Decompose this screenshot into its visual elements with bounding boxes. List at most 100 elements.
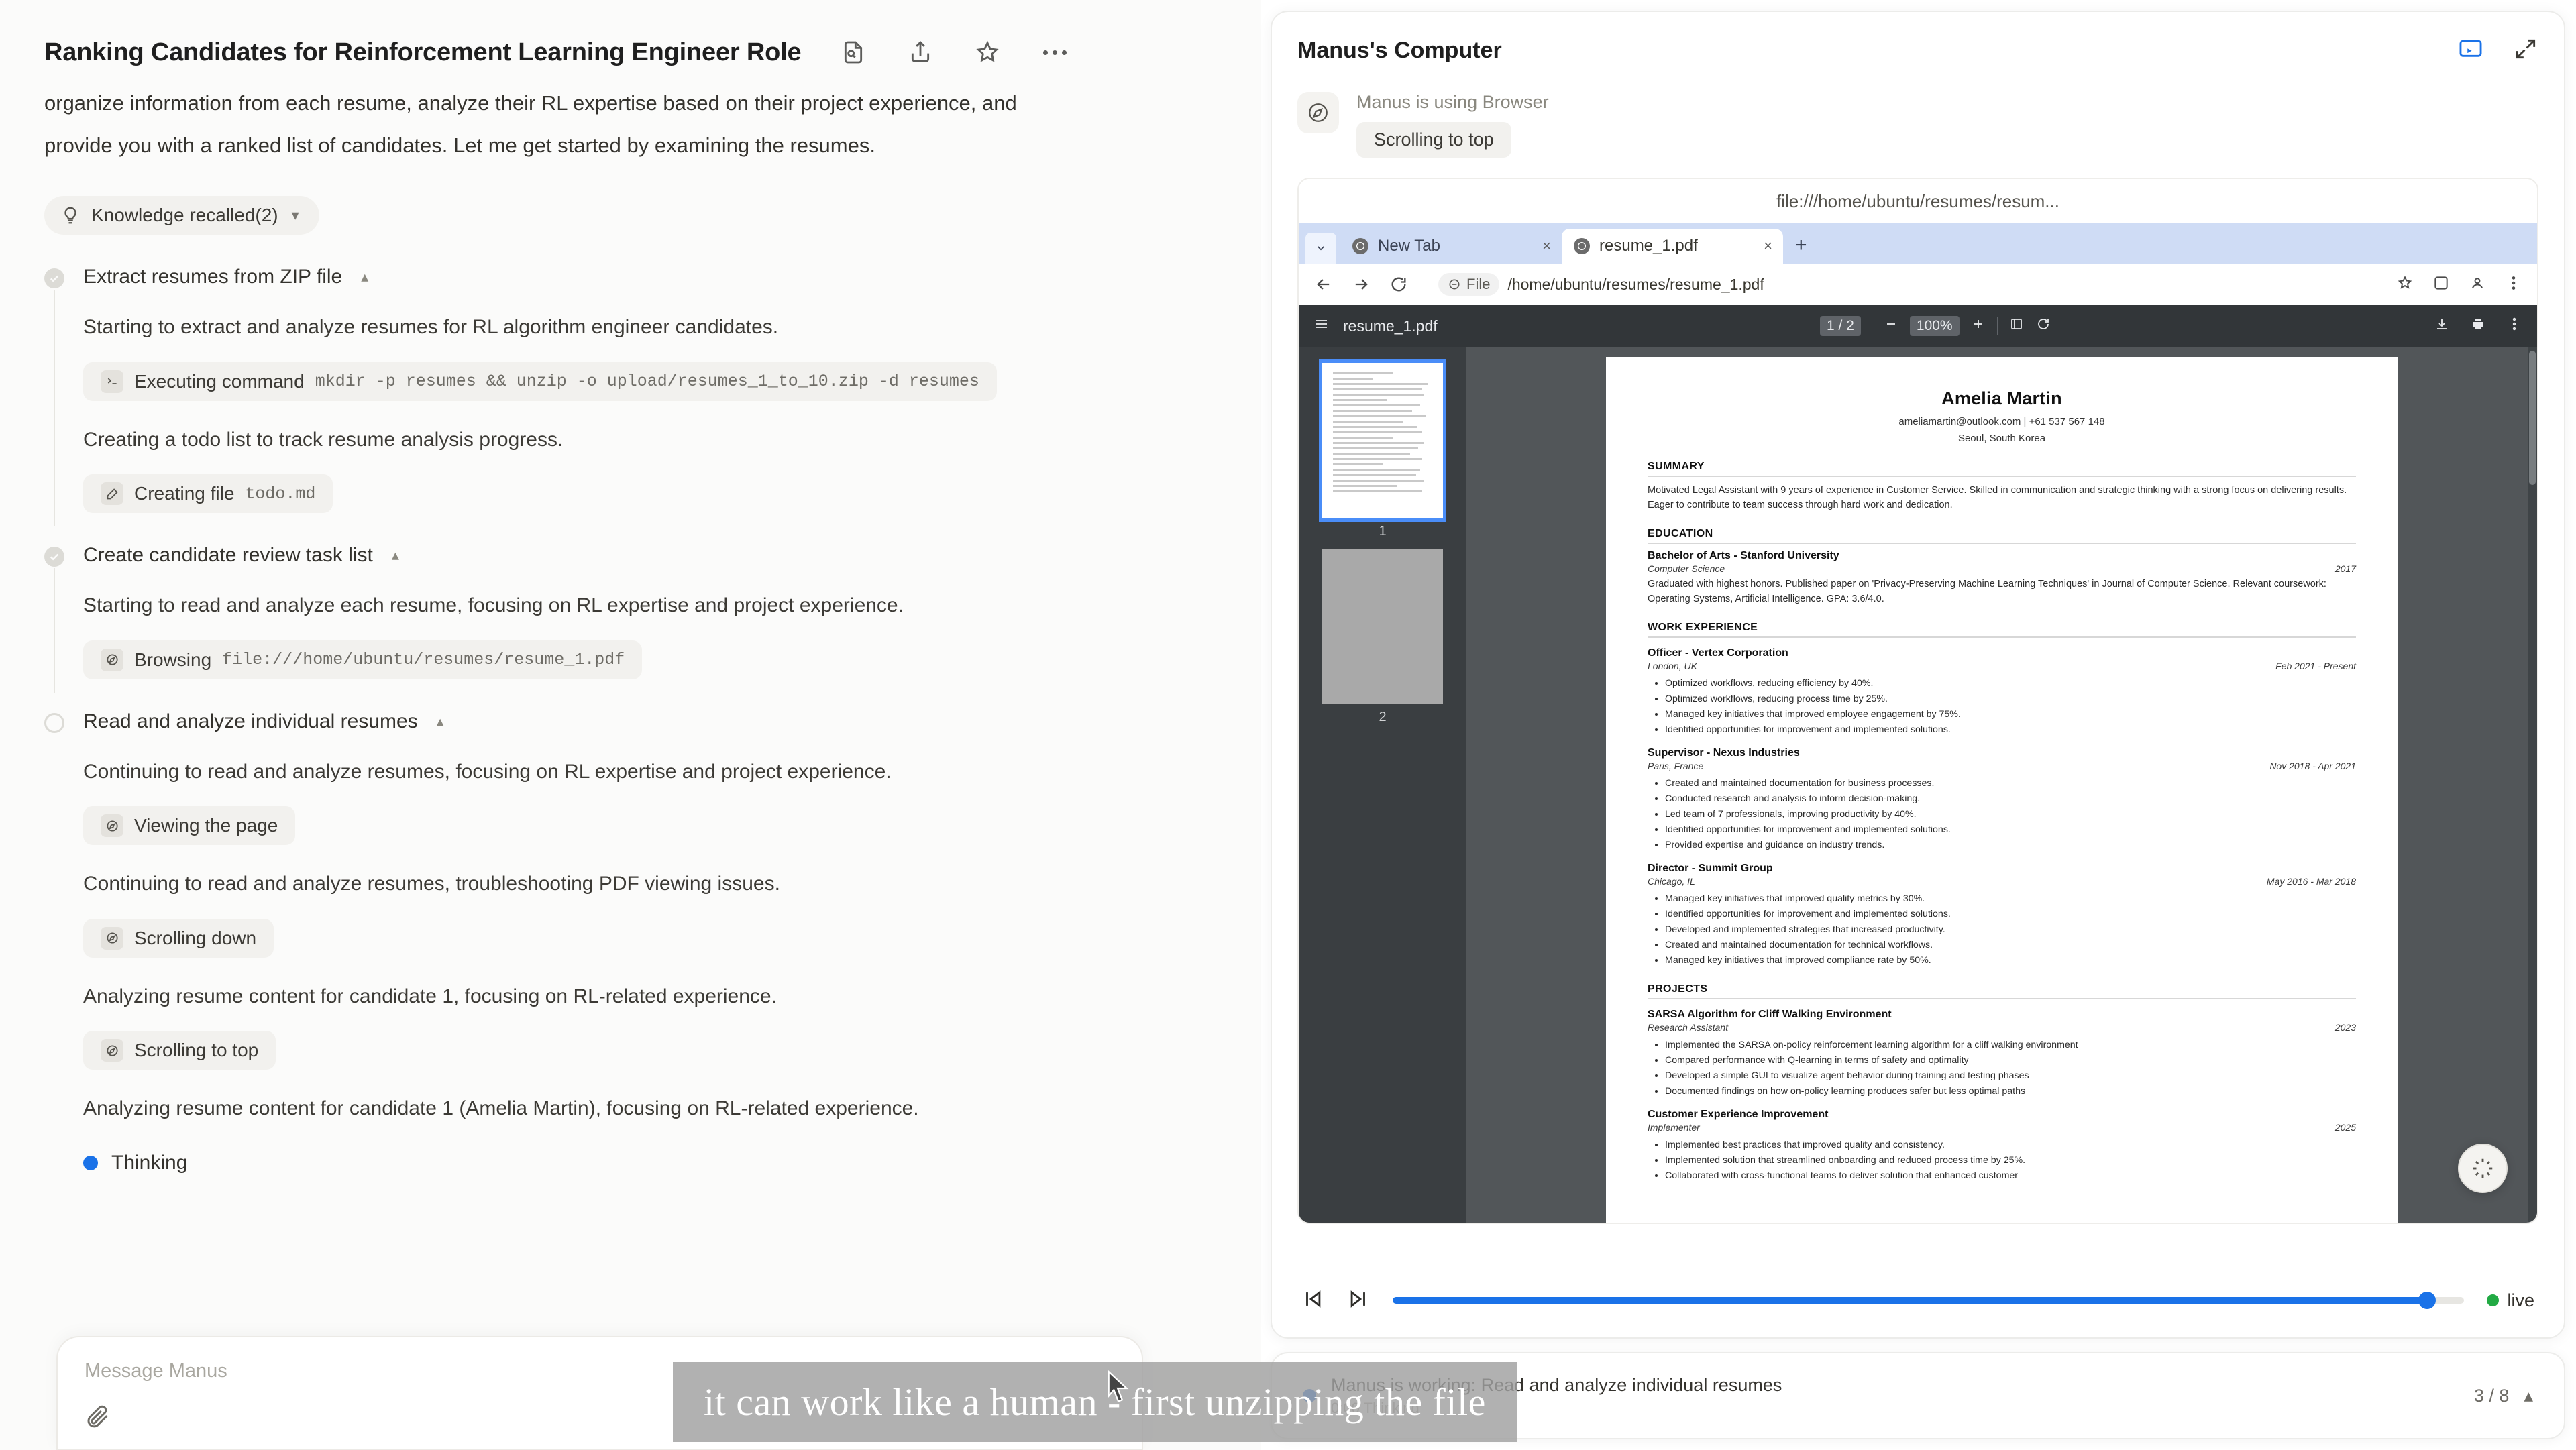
rotate-icon[interactable] (2035, 316, 2051, 336)
resume-section-summary: SUMMARY Motivated Legal Assistant with 9… (1648, 461, 2356, 513)
reload-icon[interactable] (1389, 274, 1409, 294)
chip-command: mkdir -p resumes && unzip -o upload/resu… (315, 372, 979, 391)
pdf-scrollbar[interactable] (2528, 347, 2537, 1223)
back-icon[interactable] (1313, 274, 1334, 294)
step-header[interactable]: Create candidate review task list ▴ (83, 544, 1140, 567)
chevron-up-icon[interactable]: ▴ (392, 547, 399, 564)
tool-chip-creating-file[interactable]: Creating file todo.md (83, 474, 333, 513)
lightbulb-icon (60, 205, 80, 225)
step-read-analyze-resumes: Read and analyze individual resumes ▴ Co… (44, 710, 1140, 1123)
profile-icon[interactable] (2469, 274, 2486, 295)
bullet: Identified opportunities for improvement… (1665, 722, 2356, 738)
pdf-more-icon[interactable] (2506, 316, 2522, 336)
pdf-toolbar-center: 1 / 2 100% (1820, 316, 2051, 336)
omnibox-path: /home/ubuntu/resumes/resume_1.pdf (1507, 275, 1764, 293)
share-icon[interactable] (906, 38, 935, 67)
project-role: Implementer (1648, 1121, 1700, 1133)
screen-share-icon[interactable] (2458, 36, 2483, 65)
pdf-page-scroll-area[interactable]: Amelia Martin ameliamartin@outlook.com |… (1466, 347, 2537, 1223)
project-year: 2025 (2334, 1121, 2356, 1133)
step-forward-icon[interactable] (1347, 1288, 1370, 1314)
tool-chip-scrolling-to-top[interactable]: Scrolling to top (83, 1031, 276, 1070)
close-icon[interactable]: × (1764, 237, 1772, 255)
step-header[interactable]: Read and analyze individual resumes ▴ (83, 710, 1140, 733)
pdf-thumbnail-rail: 1 2 (1299, 347, 1466, 1223)
terminal-icon (101, 370, 123, 393)
zoom-out-icon[interactable] (1883, 316, 1899, 336)
divider (1648, 636, 2356, 638)
chevron-up-icon[interactable]: ▴ (2524, 1386, 2533, 1406)
collapse-icon[interactable] (2513, 36, 2538, 65)
graduation-year: 2017 (2334, 563, 2356, 574)
bullet: Identified opportunities for improvement… (1665, 907, 2356, 922)
skip-to-start-icon[interactable] (1301, 1288, 1324, 1314)
browser-menu-icon[interactable] (2505, 274, 2522, 295)
pdf-zoom-level[interactable]: 100% (1909, 316, 1960, 336)
divider (1996, 317, 1998, 335)
resume-section-work: WORK EXPERIENCE Officer - Vertex Corpora… (1648, 622, 2356, 968)
pencil-icon (101, 482, 123, 505)
chevron-up-icon[interactable]: ▴ (437, 713, 444, 730)
tool-chip-browsing[interactable]: Browsing file:///home/ubuntu/resumes/res… (83, 640, 643, 679)
project-bullets: Implemented best practices that improved… (1665, 1137, 2356, 1184)
knowledge-recalled-pill[interactable]: Knowledge recalled(2) ▾ (44, 196, 319, 235)
pdf-viewer-body: 1 2 Amelia Martin ameliamartin@outlook.c… (1299, 347, 2537, 1223)
browser-tab-new-tab[interactable]: New Tab × (1340, 229, 1562, 264)
step-header[interactable]: Extract resumes from ZIP file ▴ (83, 266, 1140, 288)
bullet: Optimized workflows, reducing efficiency… (1665, 676, 2356, 691)
divider (1648, 476, 2356, 477)
print-icon[interactable] (2470, 316, 2486, 336)
thumbnail-preview (1322, 363, 1443, 505)
divider (1648, 542, 2356, 544)
download-icon[interactable] (2434, 316, 2450, 336)
browser-preview-card: file:///home/ubuntu/resumes/resum... New… (1297, 178, 2538, 1224)
tool-chip-scrolling-down[interactable]: Scrolling down (83, 918, 274, 958)
address-bar[interactable]: File /home/ubuntu/resumes/resume_1.pdf (1426, 270, 2379, 299)
replay-player-controls: live (1297, 1264, 2538, 1337)
bullet: Collaborated with cross-functional teams… (1665, 1168, 2356, 1184)
close-icon[interactable]: × (1542, 237, 1551, 255)
section-title: PROJECTS (1648, 983, 1708, 995)
tool-chip-executing-command[interactable]: Executing command mkdir -p resumes && un… (83, 361, 997, 401)
tab-search-dropdown-icon[interactable] (1305, 233, 1336, 264)
pdf-thumbnail-page-1[interactable] (1319, 359, 1446, 522)
more-options-icon[interactable] (1040, 38, 1069, 67)
bullet: Provided expertise and guidance on indus… (1665, 838, 2356, 853)
job-meta: London, UK Feb 2021 - Present (1648, 661, 2356, 671)
pdf-toolbar-left: resume_1.pdf (1313, 316, 1438, 336)
chat-panel: Ranking Candidates for Reinforcement Lea… (0, 0, 1261, 1450)
bullet: Created and maintained documentation for… (1665, 776, 2356, 791)
chip-filename: todo.md (245, 484, 316, 504)
pdf-scrollbar-thumb[interactable] (2529, 351, 2536, 485)
step-title: Extract resumes from ZIP file (83, 266, 343, 288)
project-entry: SARSA Algorithm for Cliff Walking Enviro… (1648, 1009, 2356, 1099)
chevron-up-icon[interactable]: ▴ (361, 268, 368, 286)
pdf-thumbnail-page-2[interactable] (1322, 549, 1443, 704)
star-icon[interactable] (973, 38, 1002, 67)
degree: Bachelor of Arts - Stanford University (1648, 549, 1839, 561)
degree-meta: Computer Science 2017 (1648, 563, 2356, 574)
playback-progress-knob[interactable] (2418, 1292, 2436, 1309)
knowledge-recalled-label: Knowledge recalled(2) (91, 205, 278, 225)
chip-label: Executing command (134, 370, 305, 392)
extensions-icon[interactable] (2432, 274, 2450, 295)
zoom-in-icon[interactable] (1970, 316, 1986, 336)
job-title: Officer - Vertex Corporation (1648, 647, 1788, 659)
pdf-toolbar-right (2434, 316, 2522, 336)
forward-icon[interactable] (1351, 274, 1371, 294)
browser-tab-resume-pdf[interactable]: resume_1.pdf × (1562, 229, 1783, 264)
fit-page-icon[interactable] (2008, 316, 2025, 336)
new-tab-button[interactable]: + (1783, 234, 1819, 264)
file-search-icon[interactable] (839, 38, 868, 67)
job-bullets: Managed key initiatives that improved qu… (1665, 891, 2356, 968)
tool-chip-viewing-page[interactable]: Viewing the page (83, 806, 296, 845)
chip-label: Scrolling to top (134, 1040, 259, 1060)
bookmark-star-icon[interactable] (2396, 274, 2414, 295)
bullet: Implemented solution that streamlined on… (1665, 1153, 2356, 1168)
pdf-page-indicator[interactable]: 1 / 2 (1820, 316, 1861, 336)
sidebar-toggle-icon[interactable] (1313, 316, 1330, 336)
playback-progress-track[interactable] (1393, 1292, 2465, 1309)
job-meta: Chicago, IL May 2016 - Mar 2018 (1648, 876, 2356, 887)
project-bullets: Implemented the SARSA on-policy reinforc… (1665, 1038, 2356, 1099)
attachment-icon[interactable] (85, 1403, 111, 1430)
